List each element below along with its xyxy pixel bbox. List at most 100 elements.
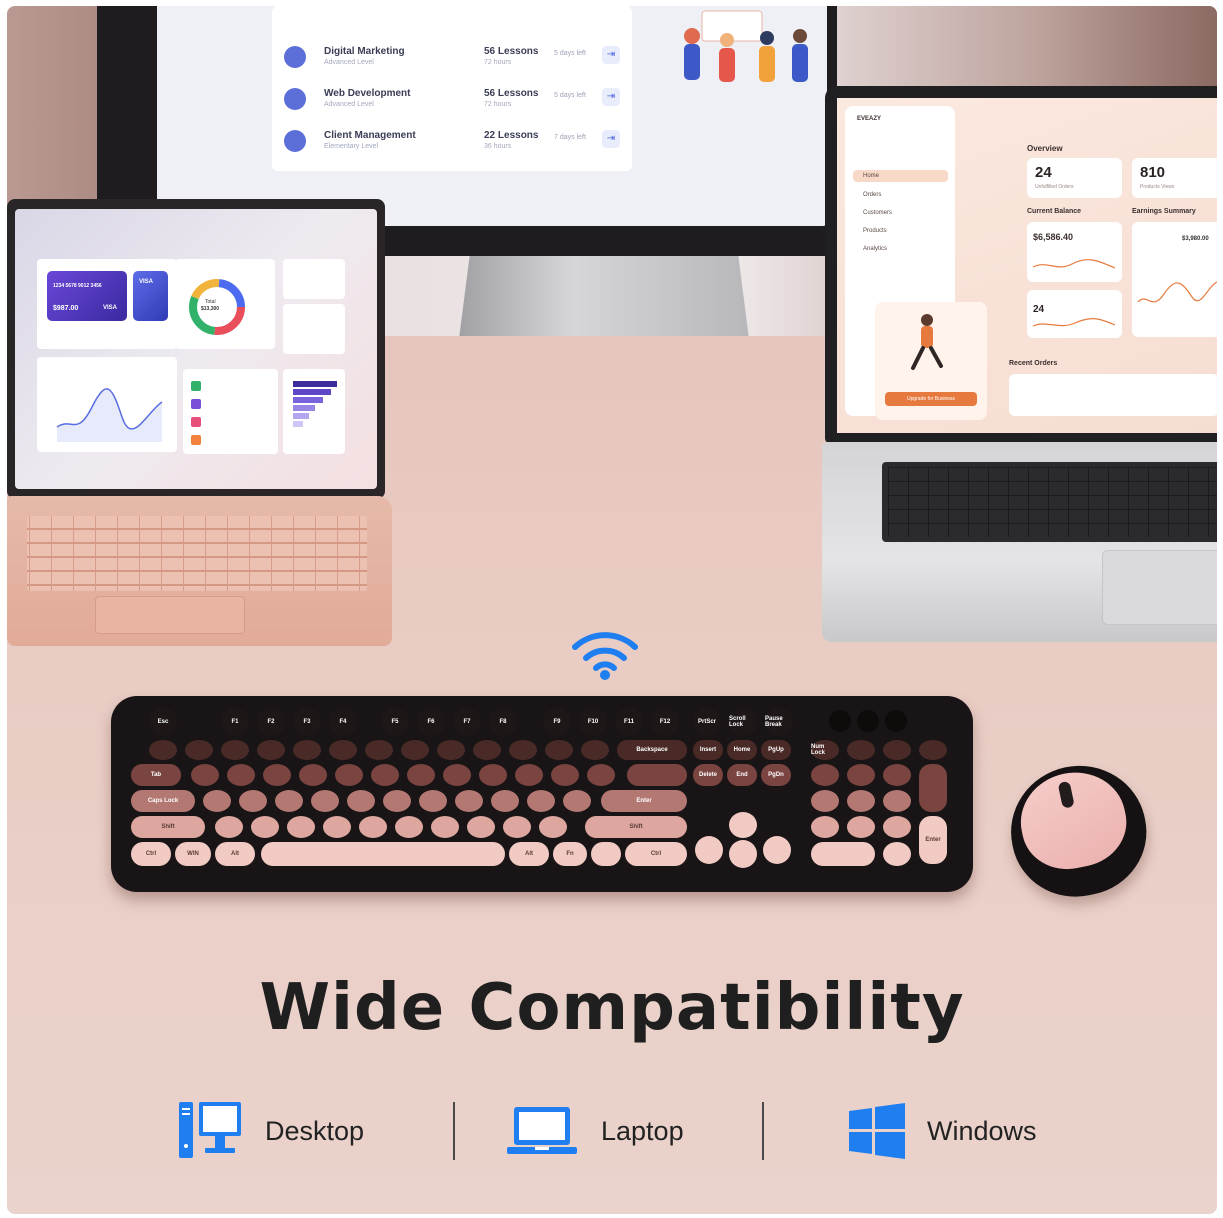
key-function[interactable]: Scroll Lock	[729, 708, 757, 736]
key-function[interactable]: F2	[257, 708, 285, 736]
key-shift-left[interactable]: Shift	[131, 816, 205, 838]
key-function[interactable]: PrtScr	[693, 708, 721, 736]
key-letter[interactable]	[467, 816, 495, 838]
key-letter[interactable]	[383, 790, 411, 812]
key-arrow-down[interactable]	[729, 840, 757, 868]
key-letter[interactable]	[587, 764, 615, 786]
key-numpad[interactable]	[883, 740, 911, 760]
key-number[interactable]	[185, 740, 213, 760]
media-knob[interactable]	[885, 710, 907, 732]
key-alt-right[interactable]: Alt	[509, 842, 549, 866]
key-function[interactable]: F5	[381, 708, 409, 736]
key-insert[interactable]: Insert	[693, 740, 723, 760]
key-letter[interactable]	[263, 764, 291, 786]
key-number[interactable]	[401, 740, 429, 760]
key-menu[interactable]	[591, 842, 621, 866]
key-number[interactable]	[149, 740, 177, 760]
key-letter[interactable]	[275, 790, 303, 812]
key-number[interactable]	[473, 740, 501, 760]
key-tab[interactable]: Tab	[131, 764, 181, 786]
key-letter[interactable]	[551, 764, 579, 786]
key-delete[interactable]: Delete	[693, 764, 723, 786]
key-letter[interactable]	[203, 790, 231, 812]
key-numpad[interactable]	[847, 764, 875, 786]
key-numpad[interactable]	[847, 816, 875, 838]
key-function[interactable]: F12	[651, 708, 679, 736]
key-letter[interactable]	[215, 816, 243, 838]
key-number[interactable]	[293, 740, 321, 760]
key-arrow-left[interactable]	[695, 836, 723, 864]
key-function[interactable]: F11	[615, 708, 643, 736]
key-function[interactable]: F4	[329, 708, 357, 736]
key-home[interactable]: Home	[727, 740, 757, 760]
key-letter[interactable]	[503, 816, 531, 838]
key-letter[interactable]	[227, 764, 255, 786]
key-number[interactable]	[581, 740, 609, 760]
key-numpad[interactable]	[883, 764, 911, 786]
key-letter[interactable]	[431, 816, 459, 838]
key-letter[interactable]	[323, 816, 351, 838]
key-shift-right[interactable]: Shift	[585, 816, 687, 838]
key-numpad[interactable]	[811, 816, 839, 838]
key-letter[interactable]	[443, 764, 471, 786]
key-letter[interactable]	[287, 816, 315, 838]
key-space[interactable]	[261, 842, 505, 866]
media-knob[interactable]	[857, 710, 879, 732]
key-numpad-enter[interactable]: Enter	[919, 816, 947, 864]
key-alt-left[interactable]: Alt	[215, 842, 255, 866]
key-numpad-plus[interactable]	[919, 764, 947, 812]
key-function[interactable]: F6	[417, 708, 445, 736]
key-letter[interactable]	[239, 790, 267, 812]
key-numpad[interactable]	[847, 740, 875, 760]
key-letter[interactable]	[251, 816, 279, 838]
key-number[interactable]	[509, 740, 537, 760]
key-pgup[interactable]: PgUp	[761, 740, 791, 760]
key-letter[interactable]	[395, 816, 423, 838]
key-function[interactable]: F3	[293, 708, 321, 736]
key-capslock[interactable]: Caps Lock	[131, 790, 195, 812]
key-numpad[interactable]	[847, 790, 875, 812]
key-letter[interactable]	[371, 764, 399, 786]
key-letter[interactable]	[299, 764, 327, 786]
key-number[interactable]	[365, 740, 393, 760]
key-number[interactable]	[257, 740, 285, 760]
key-function[interactable]: F10	[579, 708, 607, 736]
key-ctrl-left[interactable]: Ctrl	[131, 842, 171, 866]
key-backslash[interactable]	[627, 764, 687, 786]
key-fn[interactable]: Fn	[553, 842, 587, 866]
key-numpad[interactable]	[811, 790, 839, 812]
key-backspace[interactable]: Backspace	[617, 740, 687, 760]
key-end[interactable]: End	[727, 764, 757, 786]
key-letter[interactable]	[563, 790, 591, 812]
key-number[interactable]	[221, 740, 249, 760]
key-letter[interactable]	[347, 790, 375, 812]
key-arrow-up[interactable]	[729, 812, 757, 838]
upgrade-button[interactable]: Upgrade for Business	[885, 392, 977, 406]
key-enter[interactable]: Enter	[601, 790, 687, 812]
key-letter[interactable]	[539, 816, 567, 838]
key-pgdn[interactable]: PgDn	[761, 764, 791, 786]
key-function[interactable]: F7	[453, 708, 481, 736]
key-function[interactable]: Esc	[149, 708, 177, 736]
key-letter[interactable]	[359, 816, 387, 838]
key-letter[interactable]	[515, 764, 543, 786]
media-knob[interactable]	[829, 710, 851, 732]
key-numlock[interactable]: Num Lock	[811, 740, 839, 760]
key-arrow-right[interactable]	[763, 836, 791, 864]
key-function[interactable]: F1	[221, 708, 249, 736]
key-letter[interactable]	[455, 790, 483, 812]
key-number[interactable]	[437, 740, 465, 760]
key-win[interactable]: WIN	[175, 842, 211, 866]
key-letter[interactable]	[191, 764, 219, 786]
key-numpad-dot[interactable]	[883, 842, 911, 866]
key-letter[interactable]	[479, 764, 507, 786]
key-numpad[interactable]	[883, 790, 911, 812]
key-letter[interactable]	[407, 764, 435, 786]
key-letter[interactable]	[311, 790, 339, 812]
key-letter[interactable]	[491, 790, 519, 812]
key-number[interactable]	[545, 740, 573, 760]
key-number[interactable]	[329, 740, 357, 760]
key-function[interactable]: F8	[489, 708, 517, 736]
key-numpad-zero[interactable]	[811, 842, 875, 866]
key-numpad[interactable]	[919, 740, 947, 760]
